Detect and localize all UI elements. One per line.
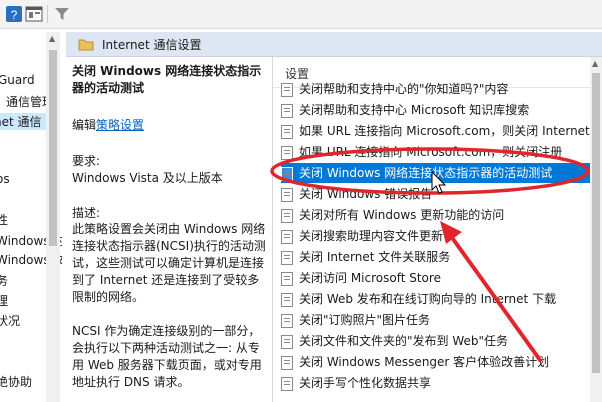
policy-icon bbox=[281, 125, 293, 139]
setting-row[interactable]: 关闭 Windows 错误报告 bbox=[281, 184, 591, 204]
setting-row[interactable]: 关闭 Web 发布和在线订购向导的 Internet 下载 bbox=[281, 289, 591, 309]
filter-icon[interactable] bbox=[52, 4, 72, 24]
setting-row[interactable]: 关闭 Internet 文件关联服务 bbox=[281, 247, 591, 267]
tree-scroll-thumb[interactable] bbox=[49, 50, 57, 246]
policy-icon bbox=[281, 251, 293, 265]
requirement-value: Windows Vista 及以上版本 bbox=[72, 171, 223, 185]
policy-icon bbox=[281, 209, 293, 223]
policy-title: 关闭 Windows 网络连接状态指示器的活动测试 bbox=[72, 64, 262, 95]
edit-prefix: 编辑 bbox=[72, 118, 97, 132]
policy-icon bbox=[281, 293, 293, 307]
setting-row[interactable]: 关闭搜索助理内容文件更新 bbox=[281, 226, 591, 246]
properties-icon[interactable] bbox=[24, 4, 44, 24]
setting-row-selected[interactable]: 关闭 Windows 网络连接状态指示器的活动测试 bbox=[281, 163, 591, 183]
policy-icon bbox=[281, 83, 293, 97]
tree-item[interactable]: Guard bbox=[0, 73, 35, 87]
policy-icon bbox=[281, 146, 293, 160]
settings-list: 设置 ▲ 关闭帮助和支持中心的"你知道吗?"内容 关闭帮助和支持中心 Micro… bbox=[272, 57, 591, 402]
setting-row[interactable]: 关闭文件和文件夹的"发布到 Web"任务 bbox=[281, 331, 591, 351]
policy-icon bbox=[281, 272, 293, 286]
tree-item[interactable]: 务 bbox=[0, 272, 8, 289]
setting-row[interactable]: 关闭"订购照片"图片任务 bbox=[281, 310, 591, 330]
tree-item[interactable]: 理 bbox=[0, 292, 8, 309]
edit-line: 编辑策略设置 bbox=[72, 117, 270, 134]
requirement-label: 要求: bbox=[72, 154, 101, 168]
policy-icon bbox=[281, 356, 293, 370]
setting-row[interactable]: 关闭帮助和支持中心 Microsoft 知识库搜索 bbox=[281, 100, 591, 120]
policy-icon bbox=[281, 104, 293, 118]
toolbar-divider bbox=[47, 5, 48, 23]
policy-icon bbox=[281, 167, 293, 181]
description-pane: 关闭 Windows 网络连接状态指示器的活动测试 编辑策略设置 要求: Win… bbox=[66, 57, 271, 402]
tree-scrollbar[interactable]: ▲ bbox=[46, 32, 60, 402]
folder-icon bbox=[78, 39, 94, 51]
setting-row[interactable]: 关闭 Windows Messenger 客户体验改善计划 bbox=[281, 352, 591, 372]
list-scrollbar[interactable]: ▲ bbox=[590, 57, 602, 402]
setting-row[interactable]: 如果 URL 连接指向 Microsoft.com，则关闭 Internet bbox=[281, 121, 591, 141]
section-title: Internet 通信设置 bbox=[102, 38, 202, 52]
tree-item[interactable]: os bbox=[0, 172, 10, 186]
description-paragraph-1: 此策略设置会关闭由 Windows 网络连接状态指示器(NCSI)执行的活动测试… bbox=[72, 222, 266, 304]
edit-policy-link[interactable]: 策略设置 bbox=[96, 118, 144, 132]
scroll-up-arrow-icon[interactable]: ▲ bbox=[592, 59, 598, 68]
description-paragraph-2: NCSI 作为确定连接级别的一部分，会执行以下两种活动测试之一: 从专用 Web… bbox=[72, 324, 262, 389]
setting-row[interactable]: 关闭对所有 Windows 更新功能的访问 bbox=[281, 205, 591, 225]
help-icon[interactable]: ? bbox=[4, 4, 24, 24]
policy-icon bbox=[281, 335, 293, 349]
list-scroll-thumb[interactable] bbox=[592, 73, 600, 373]
setting-row[interactable]: 如果 URL 连接指向 Microsoft.com，则关闭注册 bbox=[281, 142, 591, 162]
description-label: 描述: bbox=[72, 206, 101, 220]
setting-row[interactable]: 关闭访问 Microsoft Store bbox=[281, 268, 591, 288]
tree-item[interactable]: 性 bbox=[0, 211, 8, 228]
tree-item[interactable]: 绝协助 bbox=[0, 373, 32, 390]
scroll-up-arrow-icon[interactable]: ▲ bbox=[49, 34, 55, 43]
svg-text:?: ? bbox=[11, 8, 18, 22]
policy-icon bbox=[281, 188, 293, 202]
setting-row[interactable]: 关闭手写个性化数据共享 bbox=[281, 373, 591, 393]
section-header: Internet 通信设置 bbox=[66, 32, 602, 57]
tree-item[interactable]: 状况 bbox=[0, 312, 20, 329]
policy-icon bbox=[281, 314, 293, 328]
policy-icon bbox=[281, 377, 293, 391]
setting-row[interactable]: 关闭帮助和支持中心的"你知道吗?"内容 bbox=[281, 79, 591, 99]
policy-icon bbox=[281, 230, 293, 244]
toolbar: ? bbox=[0, 0, 602, 29]
